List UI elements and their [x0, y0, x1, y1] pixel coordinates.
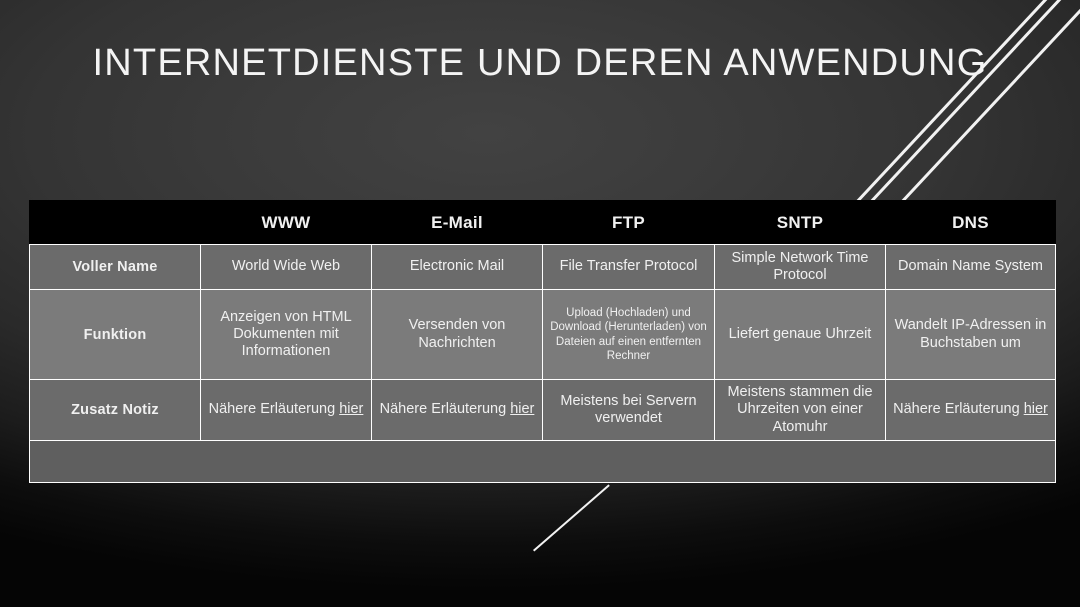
- cell-funktion-ftp: Upload (Hochladen) und Download (Herunte…: [542, 289, 715, 380]
- slide-canvas: INTERNETDIENSTE UND DEREN ANWENDUNG WWW …: [0, 0, 1080, 607]
- cell-text: Meistens bei Servern verwendet: [543, 391, 714, 429]
- cell-static-text: Meistens bei Servern verwendet: [560, 392, 697, 426]
- cell-text: Nähere Erläuterung hier: [886, 399, 1055, 420]
- column-header-email: E-Mail: [371, 200, 543, 245]
- internet-services-table: WWW E-Mail FTP SNTP DNS Voller Name Worl…: [29, 200, 1056, 483]
- cell-voller-name-www: World Wide Web: [200, 244, 372, 290]
- cell-text: Anzeigen von HTML Dokumenten mit Informa…: [220, 308, 352, 360]
- row-label-zusatz-notiz: Zusatz Notiz: [29, 379, 201, 441]
- cell-zusatz-sntp: Meistens stammen die Uhrzeiten von einer…: [714, 379, 886, 441]
- cell-text: Domain Name System: [897, 258, 1044, 275]
- cell-empty-footer: [29, 440, 1056, 483]
- decorative-diagonal-line-2: [866, 0, 1073, 207]
- cell-static-text: Meistens stammen die Uhrzeiten von einer…: [727, 384, 873, 435]
- table-header-row: WWW E-Mail FTP SNTP DNS: [29, 200, 1056, 245]
- cell-funktion-sntp: Liefert genaue Uhrzeit: [714, 289, 886, 380]
- cell-text: Nähere Erläuterung hier: [372, 399, 542, 420]
- cell-text: Nähere Erläuterung hier: [201, 399, 371, 420]
- comparison-table-container: WWW E-Mail FTP SNTP DNS Voller Name Worl…: [29, 200, 1056, 483]
- cell-voller-name-ftp: File Transfer Protocol: [542, 244, 715, 290]
- cell-voller-name-email: Electronic Mail: [371, 244, 543, 290]
- decorative-diagonal-line-1: [852, 0, 1059, 207]
- cell-text: File Transfer Protocol: [559, 258, 698, 275]
- cell-text: Wandelt IP-Adressen in Buchstaben um: [894, 317, 1047, 351]
- decorative-diagonal-line-3: [897, 0, 1080, 207]
- row-label-voller-name: Voller Name: [29, 244, 201, 290]
- table-row-empty: [29, 440, 1056, 483]
- column-header-ftp: FTP: [542, 200, 715, 245]
- column-header-sntp: SNTP: [714, 200, 886, 245]
- cell-text: Upload (Hochladen) und Download (Herunte…: [550, 307, 707, 362]
- cell-zusatz-dns: Nähere Erläuterung hier: [885, 379, 1056, 441]
- cell-voller-name-sntp: Simple Network Time Protocol: [714, 244, 886, 290]
- details-link-email[interactable]: hier: [510, 401, 534, 417]
- cell-zusatz-ftp: Meistens bei Servern verwendet: [542, 379, 715, 441]
- cell-funktion-dns: Wandelt IP-Adressen in Buchstaben um: [885, 289, 1056, 380]
- decorative-diagonal-line-4: [533, 484, 611, 552]
- slide-title: INTERNETDIENSTE UND DEREN ANWENDUNG: [92, 42, 988, 84]
- cell-text: Versenden von Nachrichten: [408, 317, 506, 351]
- cell-zusatz-email: Nähere Erläuterung hier: [371, 379, 543, 441]
- column-header-www: WWW: [200, 200, 372, 245]
- table-corner-cell: [29, 200, 201, 245]
- column-header-dns: DNS: [885, 200, 1056, 245]
- table-row-zusatz-notiz: Zusatz Notiz Nähere Erläuterung hier Näh…: [29, 379, 1056, 441]
- cell-static-text: Nähere Erläuterung: [208, 401, 340, 418]
- row-label-funktion: Funktion: [29, 289, 201, 380]
- cell-text: Simple Network Time Protocol: [731, 249, 869, 283]
- table-row-funktion: Funktion Anzeigen von HTML Dokumenten mi…: [29, 289, 1056, 380]
- cell-funktion-email: Versenden von Nachrichten: [371, 289, 543, 380]
- details-link-www[interactable]: hier: [339, 401, 363, 417]
- cell-funktion-www: Anzeigen von HTML Dokumenten mit Informa…: [200, 289, 372, 380]
- cell-static-text: Nähere Erläuterung: [893, 401, 1024, 418]
- cell-voller-name-dns: Domain Name System: [885, 244, 1056, 290]
- cell-text: Electronic Mail: [409, 258, 505, 275]
- cell-zusatz-www: Nähere Erläuterung hier: [200, 379, 372, 441]
- table-row-voller-name: Voller Name World Wide Web Electronic Ma…: [29, 244, 1056, 290]
- cell-static-text: Nähere Erläuterung: [379, 401, 511, 418]
- details-link-dns[interactable]: hier: [1024, 401, 1048, 417]
- cell-text: Meistens stammen die Uhrzeiten von einer…: [715, 382, 885, 437]
- cell-text: Liefert genaue Uhrzeit: [728, 325, 872, 342]
- cell-text: World Wide Web: [231, 258, 341, 275]
